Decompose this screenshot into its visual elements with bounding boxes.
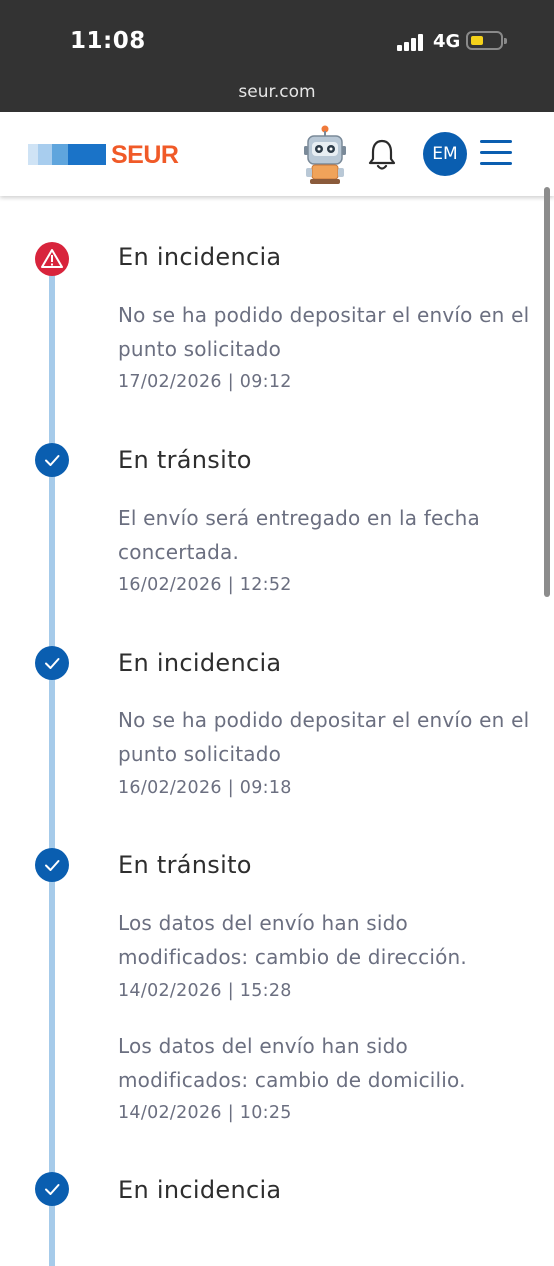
- event-date: 14/02/2026 | 10:25: [118, 1103, 292, 1123]
- event-date: 14/02/2026 | 15:28: [118, 981, 292, 1001]
- event-date: 17/02/2026 | 09:12: [118, 372, 292, 392]
- status-bar: 11:08 4G seur.com: [0, 0, 554, 112]
- alert-icon: [35, 242, 69, 276]
- timeline-line: [49, 266, 55, 1266]
- event-description: No se ha podido depositar el envío en el…: [118, 303, 530, 361]
- user-avatar[interactable]: EM: [423, 132, 467, 176]
- address-bar-url[interactable]: seur.com: [0, 82, 554, 102]
- logo-wordmark: SEUR: [111, 141, 179, 169]
- event-description: Los datos del envío han sido modificados…: [118, 1034, 466, 1092]
- event-description: No se ha podido depositar el envío en el…: [118, 708, 530, 766]
- check-icon: [35, 1172, 69, 1206]
- event-status-title: En incidencia: [118, 649, 282, 677]
- event-date: 16/02/2026 | 12:52: [118, 575, 292, 595]
- site-header: SEUR EM: [0, 112, 554, 196]
- battery-icon: [466, 31, 507, 50]
- event-status-title: En incidencia: [118, 243, 282, 271]
- event-description: Los datos del envío han sido modificados…: [118, 911, 467, 969]
- seur-logo[interactable]: SEUR: [28, 141, 198, 169]
- clock: 11:08: [70, 28, 146, 54]
- network-type: 4G: [433, 31, 461, 52]
- signal-icon: [397, 34, 427, 51]
- tracking-timeline: En incidencia No se ha podido depositar …: [0, 196, 554, 1266]
- event-status-title: En tránsito: [118, 446, 252, 474]
- event-date: 16/02/2026 | 09:18: [118, 778, 292, 798]
- check-icon: [35, 443, 69, 477]
- bell-icon[interactable]: [367, 138, 397, 172]
- robot-assistant-icon[interactable]: [300, 124, 350, 186]
- page-scrollbar[interactable]: [544, 187, 550, 597]
- event-status-title: En tránsito: [118, 851, 252, 879]
- hamburger-menu-icon[interactable]: [478, 138, 514, 168]
- check-icon: [35, 848, 69, 882]
- event-description: El envío será entregado en la fecha conc…: [118, 506, 481, 564]
- check-icon: [35, 646, 69, 680]
